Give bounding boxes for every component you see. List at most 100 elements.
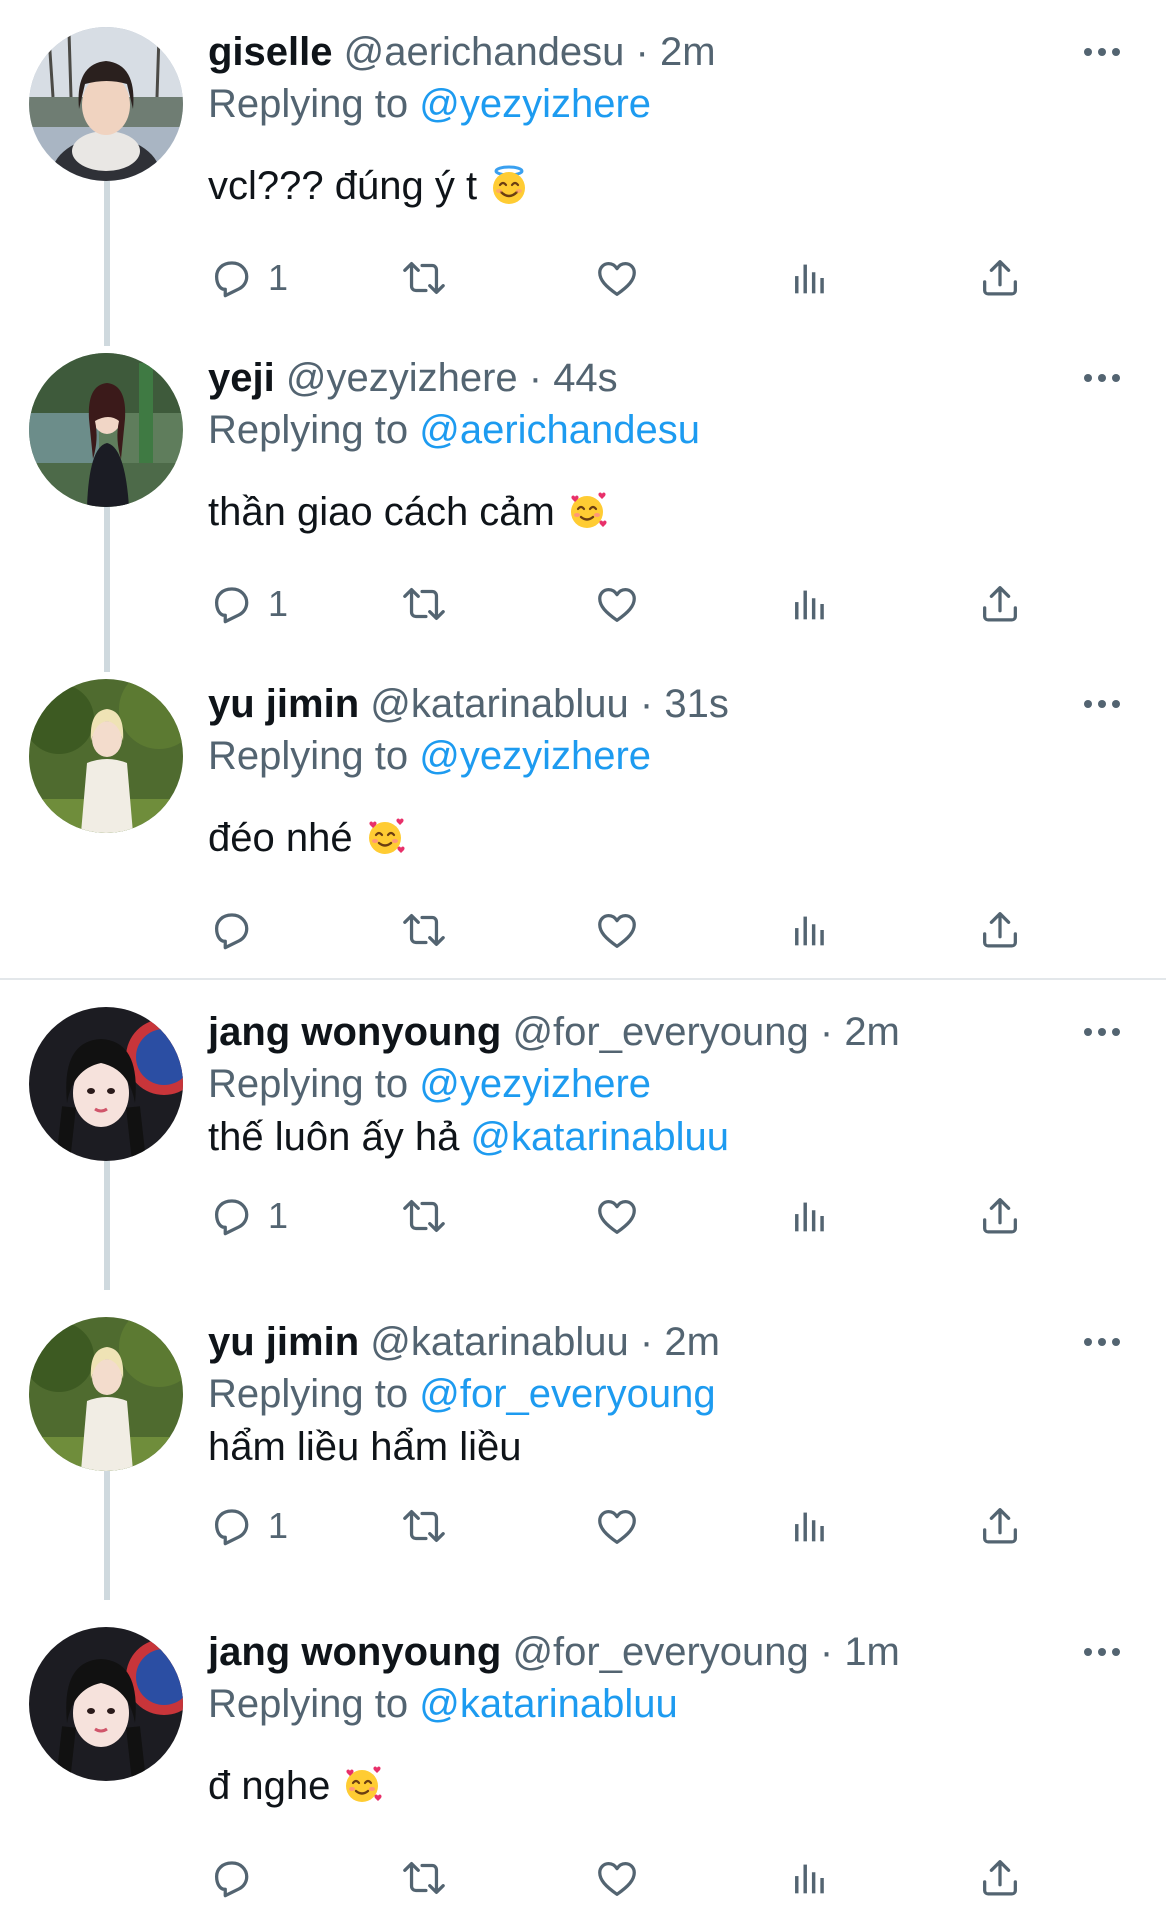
- smiling-face-with-halo-icon: [488, 164, 530, 206]
- heart-icon: [594, 255, 640, 301]
- display-name[interactable]: giselle: [208, 30, 333, 74]
- retweet-icon: [401, 1193, 447, 1239]
- retweet-icon: [401, 255, 447, 301]
- tweet-actions: 1: [0, 1188, 1166, 1244]
- views-icon: [787, 1503, 833, 1549]
- handle: @katarinabluu: [370, 1320, 629, 1364]
- tweet[interactable]: yeji @yezyizhere · 44s Replying to @aeri…: [0, 326, 1166, 652]
- retweet-button[interactable]: [401, 1188, 447, 1244]
- share-button[interactable]: [977, 1188, 1023, 1244]
- like-button[interactable]: [594, 250, 640, 306]
- retweet-icon: [401, 581, 447, 627]
- views-button[interactable]: [787, 250, 833, 306]
- tweet-text-content: thần giao cách cảm: [208, 490, 555, 534]
- retweet-icon: [401, 907, 447, 953]
- replying-to-mention[interactable]: @aerichandesu: [419, 408, 700, 452]
- tweet-text-content: đ nghe: [208, 1764, 331, 1808]
- like-button[interactable]: [594, 1850, 640, 1906]
- tweet[interactable]: yu jimin @katarinabluu · 2m Replying to …: [0, 1290, 1166, 1616]
- tweet[interactable]: jang wonyoung @for_everyoung · 1m Replyi…: [0, 1600, 1166, 1926]
- avatar[interactable]: [29, 1007, 183, 1161]
- tweet-header: giselle @aerichandesu · 2m: [208, 22, 716, 82]
- tweet[interactable]: jang wonyoung @for_everyoung · 2m Replyi…: [0, 980, 1166, 1306]
- display-name[interactable]: yu jimin: [208, 682, 359, 726]
- tweet-actions: 1: [0, 576, 1166, 632]
- timestamp[interactable]: 2m: [664, 1320, 720, 1364]
- views-icon: [787, 255, 833, 301]
- display-name[interactable]: yu jimin: [208, 1320, 359, 1364]
- timestamp[interactable]: 1m: [844, 1630, 900, 1674]
- avatar[interactable]: [29, 1317, 183, 1471]
- reply-button[interactable]: 1: [208, 1498, 288, 1554]
- timestamp[interactable]: 2m: [660, 30, 716, 74]
- reply-button[interactable]: 1: [208, 576, 288, 632]
- views-button[interactable]: [787, 1188, 833, 1244]
- share-button[interactable]: [977, 576, 1023, 632]
- smiling-face-with-hearts-icon: [364, 816, 406, 858]
- share-button[interactable]: [977, 1498, 1023, 1554]
- like-button[interactable]: [594, 576, 640, 632]
- retweet-button[interactable]: [401, 1498, 447, 1554]
- like-button[interactable]: [594, 902, 640, 958]
- replying-to-mention[interactable]: @for_everyoung: [419, 1372, 715, 1416]
- smiling-face-with-hearts-icon: [566, 490, 608, 532]
- reply-count: 1: [268, 583, 289, 624]
- tweet-text-content: thế luôn ấy hả: [208, 1115, 471, 1159]
- like-button[interactable]: [594, 1498, 640, 1554]
- share-button[interactable]: [977, 902, 1023, 958]
- reply-button[interactable]: 1: [208, 250, 288, 306]
- reply-button[interactable]: [208, 1850, 254, 1906]
- tweet[interactable]: giselle @aerichandesu · 2m Replying to @…: [0, 0, 1166, 326]
- timestamp[interactable]: 2m: [844, 1010, 900, 1054]
- display-name[interactable]: jang wonyoung: [208, 1630, 501, 1674]
- replying-to-mention[interactable]: @yezyizhere: [419, 82, 651, 126]
- tweet-text: đ nghe: [208, 1753, 383, 1819]
- avatar[interactable]: [29, 1627, 183, 1781]
- retweet-button[interactable]: [401, 576, 447, 632]
- replying-to-label: Replying to: [208, 734, 420, 778]
- more-icon[interactable]: [1080, 682, 1124, 726]
- reply-button[interactable]: [208, 902, 254, 958]
- avatar[interactable]: [29, 679, 183, 833]
- reply-button[interactable]: 1: [208, 1188, 288, 1244]
- timestamp[interactable]: 44s: [553, 356, 618, 400]
- reply-count: 1: [268, 1195, 289, 1236]
- tweet[interactable]: yu jimin @katarinabluu · 31s Replying to…: [0, 652, 1166, 978]
- share-icon: [977, 1855, 1023, 1901]
- timestamp[interactable]: 31s: [664, 682, 729, 726]
- replying-to: Replying to @yezyizhere: [208, 74, 651, 134]
- display-name[interactable]: yeji: [208, 356, 275, 400]
- views-button[interactable]: [787, 1850, 833, 1906]
- share-icon: [977, 255, 1023, 301]
- share-button[interactable]: [977, 1850, 1023, 1906]
- more-icon[interactable]: [1080, 1010, 1124, 1054]
- retweet-button[interactable]: [401, 1850, 447, 1906]
- reply-count: 1: [268, 257, 289, 298]
- display-name[interactable]: jang wonyoung: [208, 1010, 501, 1054]
- retweet-button[interactable]: [401, 250, 447, 306]
- tweet-text: thế luôn ấy hả @katarinabluu: [208, 1104, 729, 1170]
- tweet-header: jang wonyoung @for_everyoung · 2m: [208, 1002, 900, 1062]
- reply-icon: [208, 1503, 254, 1549]
- more-icon[interactable]: [1080, 1320, 1124, 1364]
- handle: @aerichandesu: [343, 30, 625, 74]
- avatar[interactable]: [29, 353, 183, 507]
- replying-to-mention[interactable]: @katarinabluu: [419, 1682, 678, 1726]
- share-button[interactable]: [977, 250, 1023, 306]
- replying-to: Replying to @katarinabluu: [208, 1674, 678, 1734]
- more-icon[interactable]: [1080, 30, 1124, 74]
- tweet-text-mention[interactable]: @katarinabluu: [470, 1115, 729, 1159]
- replying-to-mention[interactable]: @yezyizhere: [419, 1062, 651, 1106]
- heart-icon: [594, 1503, 640, 1549]
- more-icon[interactable]: [1080, 356, 1124, 400]
- retweet-button[interactable]: [401, 902, 447, 958]
- views-button[interactable]: [787, 576, 833, 632]
- views-button[interactable]: [787, 902, 833, 958]
- replying-to-label: Replying to: [208, 408, 420, 452]
- heart-icon: [594, 581, 640, 627]
- views-button[interactable]: [787, 1498, 833, 1554]
- replying-to-mention[interactable]: @yezyizhere: [419, 734, 651, 778]
- more-icon[interactable]: [1080, 1630, 1124, 1674]
- like-button[interactable]: [594, 1188, 640, 1244]
- avatar[interactable]: [29, 27, 183, 181]
